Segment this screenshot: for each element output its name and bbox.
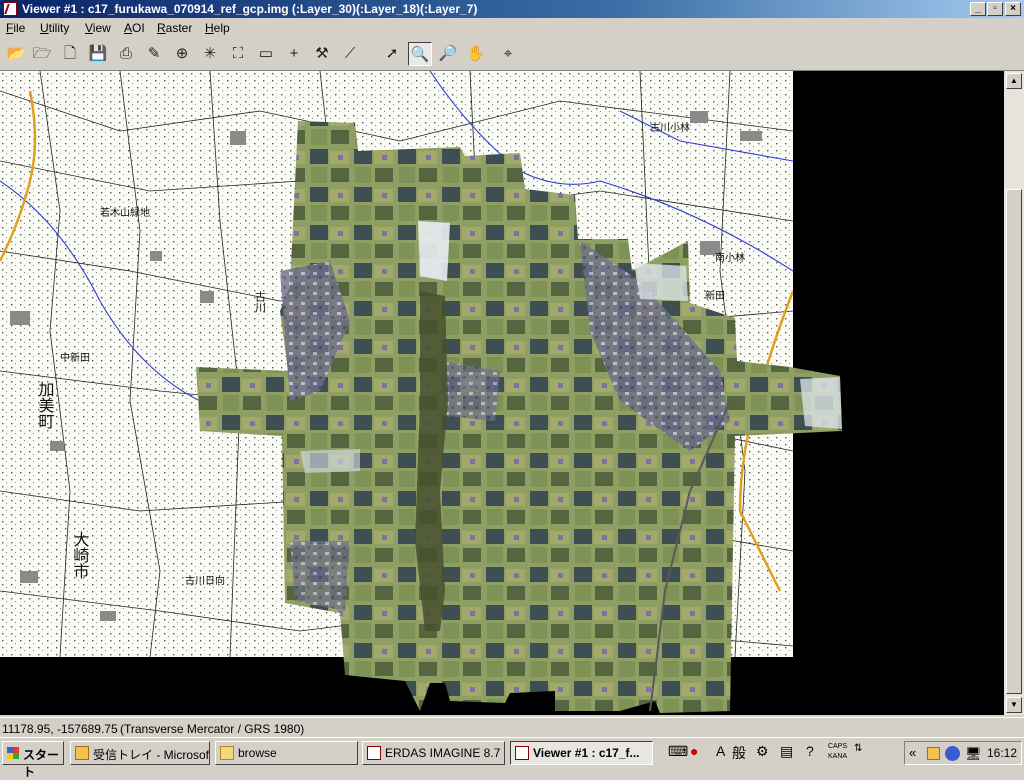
status-bar: 11178.95, -157689.75 (Transverse Mercato… <box>0 717 1024 738</box>
menu-raster[interactable]: Raster <box>157 21 192 35</box>
cursor-crosshair-icon[interactable]: + <box>282 42 306 66</box>
ime-tools-icon[interactable]: ⚙ <box>756 743 769 760</box>
zoom-extent-icon[interactable]: ⛶ <box>226 42 250 66</box>
tray-monitor-icon[interactable]: 🖥 <box>965 746 982 762</box>
task-erdas-label: ERDAS IMAGINE 8.7 <box>385 746 501 760</box>
projection-info: (Transverse Mercator / GRS 1980) <box>120 722 305 736</box>
profile-icon[interactable]: ⟋ <box>338 42 362 66</box>
menu-bar: File Utility View AOI Raster Help <box>0 18 1024 38</box>
task-viewer-label: Viewer #1 : c17_f... <box>533 746 640 760</box>
open-layer-icon[interactable]: 🗁 <box>30 42 54 66</box>
outlook-icon <box>75 746 89 760</box>
window-title: Viewer #1 : c17_furukawa_070914_ref_gcp.… <box>22 2 478 16</box>
inquire-icon[interactable]: ⌖ <box>496 42 520 66</box>
menu-view[interactable]: View <box>85 21 111 35</box>
taskbar: スタート 受信トレイ - Microsoft ... browse ERDAS … <box>0 737 1024 779</box>
ime-pad-icon[interactable]: ● <box>690 743 698 759</box>
tray-expand-icon[interactable]: « <box>909 745 916 760</box>
satellite-imagery-mosaic <box>196 121 842 713</box>
erase-icon[interactable]: ✎ <box>142 42 166 66</box>
ime-dictionary-icon[interactable]: ▤ <box>780 743 793 760</box>
ime-help-icon[interactable]: ? <box>806 743 814 759</box>
toolbar: 📂 🗁 🗋 💾 ⎙ ✎ ⊕ ✳ ⛶ ▭ + ⚒ ⟋ ➚ 🔍 🔎 ✋ ⌖ <box>0 38 1024 71</box>
close-button[interactable]: × <box>1005 2 1021 16</box>
task-outlook-label: 受信トレイ - Microsoft ... <box>93 748 210 762</box>
tray-mail-icon[interactable] <box>927 747 940 760</box>
task-erdas[interactable]: ERDAS IMAGINE 8.7 <box>362 741 505 765</box>
clock[interactable]: 16:12 <box>987 746 1017 760</box>
caps-indicator: CAPS <box>828 743 848 750</box>
print-icon[interactable]: ⎙ <box>114 42 138 66</box>
new-icon[interactable]: 🗋 <box>58 42 82 66</box>
start-label: スタート <box>23 748 60 779</box>
tools-icon[interactable]: ⚒ <box>310 42 334 66</box>
cursor-coordinates: 11178.95, -157689.75 <box>2 722 118 736</box>
menu-aoi[interactable]: AOI <box>124 21 145 35</box>
save-icon[interactable]: 💾 <box>86 42 110 66</box>
task-outlook[interactable]: 受信トレイ - Microsoft ... <box>70 741 210 765</box>
scroll-up-button[interactable]: ▲ <box>1006 73 1022 89</box>
tray-network-icon[interactable] <box>945 746 960 761</box>
ime-mode-general[interactable]: 般 <box>732 743 746 763</box>
task-browse[interactable]: browse <box>215 741 358 765</box>
open-icon[interactable]: 📂 <box>4 42 28 66</box>
scroll-down-button[interactable]: ▼ <box>1006 697 1022 713</box>
erdas-icon <box>367 746 381 760</box>
info-icon[interactable]: ⊕ <box>170 42 194 66</box>
ime-mode-alpha[interactable]: A <box>716 743 725 759</box>
zoom-in-icon[interactable]: 🔍 <box>408 42 432 66</box>
task-viewer[interactable]: Viewer #1 : c17_f... <box>510 741 653 765</box>
minimize-button[interactable]: _ <box>970 2 986 16</box>
viewer-icon <box>515 746 529 760</box>
system-tray: « 🖥 16:12 <box>904 741 1022 765</box>
menu-utility[interactable]: Utility <box>40 21 69 35</box>
menu-file[interactable]: File <box>6 21 25 35</box>
zoom-out-icon[interactable]: 🔎 <box>436 42 460 66</box>
fit-to-frame-icon[interactable]: ✳ <box>198 42 222 66</box>
scroll-thumb[interactable] <box>1006 189 1022 694</box>
kana-indicator: KANA <box>828 753 848 760</box>
erdas-app-icon[interactable] <box>3 2 17 16</box>
vertical-scrollbar[interactable]: ▲ ▼ <box>1004 71 1024 715</box>
viewer-canvas[interactable]: 若木山緑地 加美町 大崎市 古川 古川日向 南小林 中新田 新田 古川小林 <box>0 71 1004 715</box>
ime-options-icon[interactable]: ⇅ <box>854 743 862 754</box>
select-arrow-icon[interactable]: ➚ <box>380 42 404 66</box>
keyboard-icon[interactable]: ⌨ <box>668 743 688 760</box>
title-bar: Viewer #1 : c17_furukawa_070914_ref_gcp.… <box>0 0 1024 18</box>
measure-icon[interactable]: ▭ <box>254 42 278 66</box>
windows-logo-icon <box>7 747 19 759</box>
pan-hand-icon[interactable]: ✋ <box>464 42 488 66</box>
maximize-button[interactable]: ▫ <box>987 2 1003 16</box>
start-button[interactable]: スタート <box>2 741 64 779</box>
task-browse-label: browse <box>238 746 277 760</box>
folder-icon <box>220 746 234 760</box>
menu-help[interactable]: Help <box>205 21 230 35</box>
